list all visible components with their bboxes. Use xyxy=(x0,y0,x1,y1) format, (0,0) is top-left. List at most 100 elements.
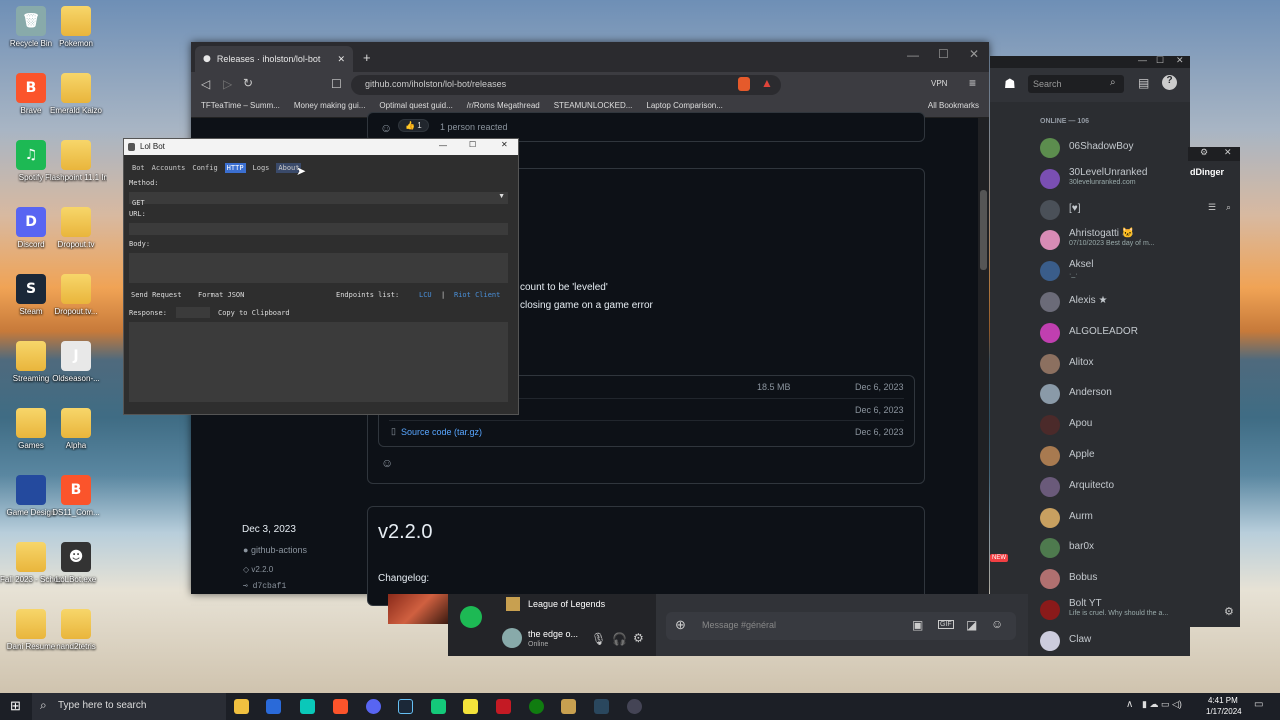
league-icon[interactable] xyxy=(561,699,576,714)
reaction-thumbs[interactable]: 👍 1 xyxy=(398,119,429,132)
file-explorer-icon[interactable] xyxy=(234,699,249,714)
inbox-icon[interactable]: ▤ xyxy=(1138,76,1149,90)
spotify-icon[interactable] xyxy=(460,606,482,628)
bookmark-icon[interactable]: ☐ xyxy=(331,77,342,91)
tray-icons[interactable]: ▮ ☁ ▭ ◁) xyxy=(1142,699,1182,710)
asset-row[interactable]: ▯ Source code (tar.gz) Dec 6, 2023 xyxy=(389,420,904,442)
gift-icon[interactable]: ▣ xyxy=(912,618,923,632)
reload-icon[interactable]: ↻ xyxy=(243,76,253,90)
game-app-icon[interactable] xyxy=(496,699,511,714)
list-icon[interactable]: ☰ xyxy=(1208,202,1216,213)
desktop-icon[interactable]: J Oldseason-... xyxy=(45,341,107,384)
gif-icon[interactable]: GIF xyxy=(938,620,954,629)
smiley-icon[interactable]: ☺ xyxy=(381,456,393,470)
xbox-app-icon[interactable] xyxy=(431,699,446,714)
sticky-notes-icon[interactable] xyxy=(463,699,478,714)
lolbot-titlebar[interactable]: Lol Bot — ☐ ✕ xyxy=(124,139,518,155)
menu-accounts[interactable]: Accounts xyxy=(152,163,186,173)
smiley-icon[interactable]: ☺ xyxy=(380,121,392,135)
tab-releases[interactable]: ● Releases · iholston/lol-bot ✕ xyxy=(195,46,353,72)
menu-config[interactable]: Config xyxy=(192,163,217,173)
league-client-icon[interactable] xyxy=(300,699,315,714)
minimize-icon[interactable]: — xyxy=(907,48,919,62)
taskbar-search[interactable]: ⌕ Type here to search xyxy=(32,693,226,720)
user-avatar[interactable] xyxy=(502,628,522,648)
xbox-icon[interactable] xyxy=(529,699,544,714)
riot-client-link[interactable]: Riot Client xyxy=(454,291,500,299)
maximize-icon[interactable]: ☐ xyxy=(1156,55,1164,66)
desktop-icon[interactable]: nand2tetris xyxy=(45,609,107,652)
desktop-icon[interactable]: Flashpoint 11.1 Infinity xyxy=(45,140,107,183)
discord-search[interactable]: Search ⌕ xyxy=(1028,75,1124,93)
send-request-button[interactable]: Send Request xyxy=(131,291,182,299)
close-icon[interactable]: ✕ xyxy=(1176,55,1184,66)
settings-icon[interactable]: ⚙ xyxy=(1224,605,1234,618)
release-tag[interactable]: ◇ v2.2.0 xyxy=(243,565,273,574)
release-title[interactable]: v2.2.0 xyxy=(378,521,432,544)
desktop-icon[interactable]: Pokemon xyxy=(45,6,107,49)
tray-chevron-icon[interactable]: ∧ xyxy=(1126,699,1133,710)
response-output[interactable] xyxy=(129,322,508,402)
steam-icon[interactable] xyxy=(398,699,413,714)
back-icon[interactable]: ◁ xyxy=(201,77,210,91)
maximize-icon[interactable]: ☐ xyxy=(469,140,476,149)
clock-date[interactable]: 1/17/2024 xyxy=(1206,707,1242,716)
format-json-button[interactable]: Format JSON xyxy=(198,291,244,299)
asset-name[interactable]: Source code (tar.gz) xyxy=(401,427,482,437)
scrollbar[interactable] xyxy=(978,118,989,594)
menu-bot[interactable]: Bot xyxy=(132,163,145,173)
add-attachment-icon[interactable]: ⊕ xyxy=(675,617,686,633)
message-input[interactable]: ⊕ Message #général ▣ GIF ◪ ☺ xyxy=(666,612,1016,640)
rocket-league-icon[interactable] xyxy=(266,699,281,714)
lolbot-taskbar-icon[interactable] xyxy=(627,699,642,714)
clock-time[interactable]: 4:41 PM xyxy=(1208,696,1238,705)
desktop-icon[interactable]: Emerald Kaizo xyxy=(45,73,107,116)
windows-start-icon[interactable]: ⊞ xyxy=(10,698,21,714)
close-icon[interactable]: ✕ xyxy=(1224,147,1232,158)
menu-logs[interactable]: Logs xyxy=(253,163,270,173)
method-select[interactable]: GET ▼ xyxy=(129,192,508,207)
user-settings-icon[interactable]: ⚙ xyxy=(633,631,644,645)
notification-icon[interactable]: ▭ xyxy=(1254,699,1263,710)
close-icon[interactable]: ✕ xyxy=(501,140,508,149)
url-input[interactable] xyxy=(129,223,508,235)
body-textarea[interactable] xyxy=(129,253,508,283)
desktop-icon[interactable]: Dropout.tv xyxy=(45,207,107,250)
vpn-button[interactable]: VPN xyxy=(931,79,947,88)
forward-icon[interactable]: ▷ xyxy=(223,77,232,91)
release-author[interactable]: ● github-actions xyxy=(243,545,307,555)
bookmark-item[interactable]: Money making gui... xyxy=(294,101,366,114)
release-commit[interactable]: ⊸ d7cbaf1 xyxy=(243,581,286,591)
gear-icon[interactable]: ⚙ xyxy=(1200,147,1208,158)
desktop-icon[interactable]: Dropout.tv... xyxy=(45,274,107,317)
maximize-icon[interactable]: ☐ xyxy=(938,47,949,61)
help-icon[interactable]: ? xyxy=(1162,75,1177,90)
desktop-icon[interactable]: ☻ LoLBot.exe xyxy=(45,542,107,585)
members-icon[interactable]: ☗ xyxy=(1004,76,1016,92)
desktop-icon[interactable]: Alpha xyxy=(45,408,107,451)
address-bar[interactable]: github.com/iholston/lol-bot/releases xyxy=(351,75,781,95)
sticker-icon[interactable]: ◪ xyxy=(966,618,977,632)
menu-http[interactable]: HTTP xyxy=(224,163,246,173)
rewards-icon[interactable]: ▲ xyxy=(761,76,773,90)
steam-running-icon[interactable] xyxy=(594,699,609,714)
headphones-icon[interactable]: 🎧 xyxy=(612,632,627,646)
lcu-link[interactable]: LCU xyxy=(419,291,432,299)
brave-icon[interactable] xyxy=(333,699,348,714)
minimize-icon[interactable]: — xyxy=(1138,55,1147,65)
discord-icon[interactable] xyxy=(366,699,381,714)
mic-icon[interactable]: 🎙 xyxy=(591,632,606,646)
bookmark-item[interactable]: TFTeaTime – Summ... xyxy=(201,101,280,114)
close-tab-icon[interactable]: ✕ xyxy=(337,54,345,65)
menu-icon[interactable]: ≡ xyxy=(969,76,976,90)
desktop-icon[interactable]: B DS11_Com... xyxy=(45,475,107,518)
search-icon[interactable]: ⌕ xyxy=(1226,202,1231,213)
copy-clipboard-button[interactable]: Copy to Clipboard xyxy=(218,309,290,317)
close-window-icon[interactable]: ✕ xyxy=(969,47,979,61)
new-tab-button[interactable]: + xyxy=(363,50,371,65)
scrollbar-thumb[interactable] xyxy=(980,190,987,270)
all-bookmarks[interactable]: All Bookmarks xyxy=(928,101,979,114)
minimize-icon[interactable]: — xyxy=(439,141,447,150)
brave-shield-icon[interactable] xyxy=(738,77,750,91)
emoji-icon[interactable]: ☺ xyxy=(991,617,1003,631)
